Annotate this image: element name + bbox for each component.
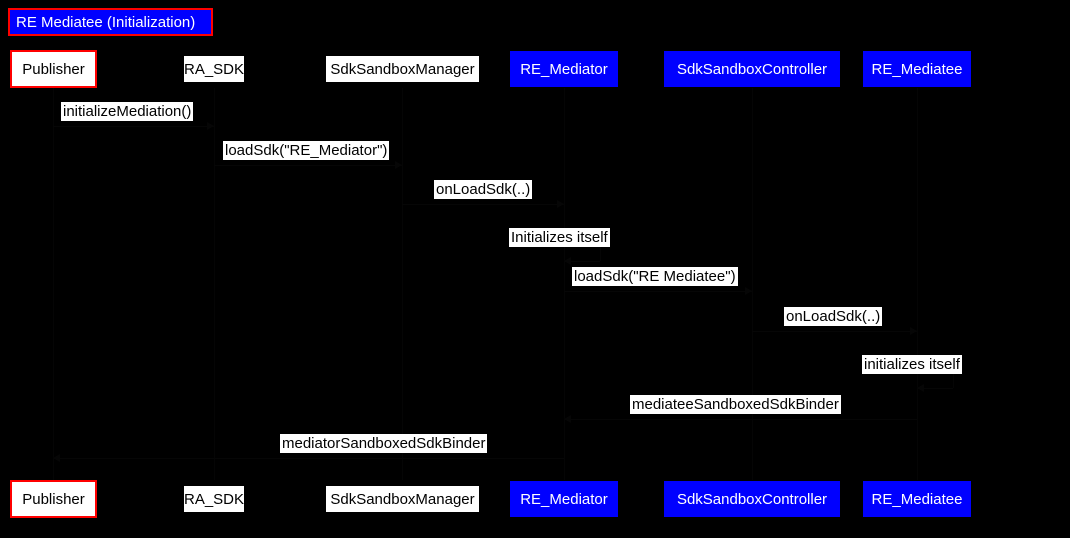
lifeline-publisher bbox=[53, 88, 54, 480]
participant-re-mediator-bottom[interactable]: RE_Mediator bbox=[510, 481, 618, 517]
message-text: onLoadSdk(..) bbox=[436, 181, 531, 198]
message-label-initializes-itself-mediator: Initializes itself bbox=[509, 228, 610, 248]
participant-sdk-sandbox-controller-bottom[interactable]: SdkSandboxController bbox=[664, 481, 840, 517]
participant-label: RE_Mediator bbox=[520, 490, 608, 508]
message-text: initializes itself bbox=[864, 356, 960, 373]
message-arrow-8 bbox=[564, 419, 917, 420]
message-text: mediateeSandboxedSdkBinder bbox=[632, 396, 839, 413]
lifeline-sdk-sandbox-controller bbox=[752, 88, 753, 480]
participant-label: Publisher bbox=[22, 490, 85, 508]
participant-label: RE_Mediatee bbox=[871, 60, 963, 78]
participant-re-mediator-top[interactable]: RE_Mediator bbox=[510, 51, 618, 87]
message-text: initializeMediation() bbox=[63, 103, 192, 120]
lifeline-re-mediatee bbox=[917, 88, 918, 480]
lifeline-ra-sdk bbox=[214, 88, 215, 480]
message-label-on-load-sdk-mediatee: onLoadSdk(..) bbox=[784, 307, 883, 327]
message-arrowhead-6 bbox=[910, 327, 917, 335]
diagram-title-label: RE Mediatee (Initialization) bbox=[16, 13, 196, 31]
participant-re-mediatee-bottom[interactable]: RE_Mediatee bbox=[863, 481, 971, 517]
participant-publisher-top[interactable]: Publisher bbox=[10, 50, 97, 88]
participant-sdk-sandbox-manager-bottom[interactable]: SdkSandboxManager bbox=[326, 486, 479, 512]
participant-label: RE_Mediatee bbox=[871, 490, 963, 508]
message-text: loadSdk("RE Mediatee") bbox=[574, 268, 736, 285]
message-arrowhead-2 bbox=[395, 161, 402, 169]
participant-label: RE_Mediator bbox=[520, 60, 608, 78]
lifeline-sdk-sandbox-manager bbox=[402, 88, 403, 480]
participant-label: SdkSandboxController bbox=[676, 490, 828, 508]
message-arrow-1 bbox=[53, 126, 214, 127]
participant-label: SdkSandboxController bbox=[676, 60, 828, 78]
participant-label: Publisher bbox=[22, 60, 85, 78]
message-label-mediator-sandboxed-sdk-binder: mediatorSandboxedSdkBinder bbox=[280, 434, 488, 454]
message-label-load-sdk-re-mediatee: loadSdk("RE Mediatee") bbox=[572, 267, 738, 287]
message-label-on-load-sdk-mediator: onLoadSdk(..) bbox=[434, 180, 533, 200]
message-arrowhead-8 bbox=[564, 415, 571, 423]
sequence-diagram-canvas: RE Mediatee (Initialization) Publisher R… bbox=[0, 0, 1070, 538]
participant-publisher-bottom[interactable]: Publisher bbox=[10, 480, 97, 518]
participant-ra-sdk-top[interactable]: RA_SDK bbox=[184, 56, 244, 82]
message-arrowhead-4 bbox=[564, 257, 571, 265]
message-text: mediatorSandboxedSdkBinder bbox=[282, 435, 486, 452]
message-text: Initializes itself bbox=[511, 229, 608, 246]
message-label-initialize-mediation: initializeMediation() bbox=[61, 102, 194, 122]
message-text: onLoadSdk(..) bbox=[786, 308, 881, 325]
message-arrow-9 bbox=[53, 458, 564, 459]
message-label-load-sdk-re-mediator: loadSdk("RE_Mediator") bbox=[223, 141, 390, 161]
message-arrow-3 bbox=[402, 204, 564, 205]
message-arrowhead-7 bbox=[917, 384, 924, 392]
participant-label: SdkSandboxManager bbox=[330, 490, 475, 508]
participant-re-mediatee-top[interactable]: RE_Mediatee bbox=[863, 51, 971, 87]
participant-label: SdkSandboxManager bbox=[330, 60, 475, 78]
message-arrowhead-3 bbox=[557, 200, 564, 208]
participant-label: RA_SDK bbox=[183, 60, 245, 78]
diagram-title-box: RE Mediatee (Initialization) bbox=[8, 8, 213, 36]
message-label-mediatee-sandboxed-sdk-binder: mediateeSandboxedSdkBinder bbox=[630, 395, 841, 415]
participant-ra-sdk-bottom[interactable]: RA_SDK bbox=[184, 486, 244, 512]
message-text: loadSdk("RE_Mediator") bbox=[225, 142, 388, 159]
message-arrowhead-1 bbox=[207, 122, 214, 130]
message-arrow-5 bbox=[564, 291, 752, 292]
participant-sdk-sandbox-manager-top[interactable]: SdkSandboxManager bbox=[326, 56, 479, 82]
message-arrow-6 bbox=[752, 331, 917, 332]
participant-sdk-sandbox-controller-top[interactable]: SdkSandboxController bbox=[664, 51, 840, 87]
participant-label: RA_SDK bbox=[183, 490, 245, 508]
message-arrow-2 bbox=[214, 165, 402, 166]
message-arrowhead-9 bbox=[53, 454, 60, 462]
message-arrowhead-5 bbox=[745, 287, 752, 295]
message-label-initializes-itself-mediatee: initializes itself bbox=[862, 355, 962, 375]
